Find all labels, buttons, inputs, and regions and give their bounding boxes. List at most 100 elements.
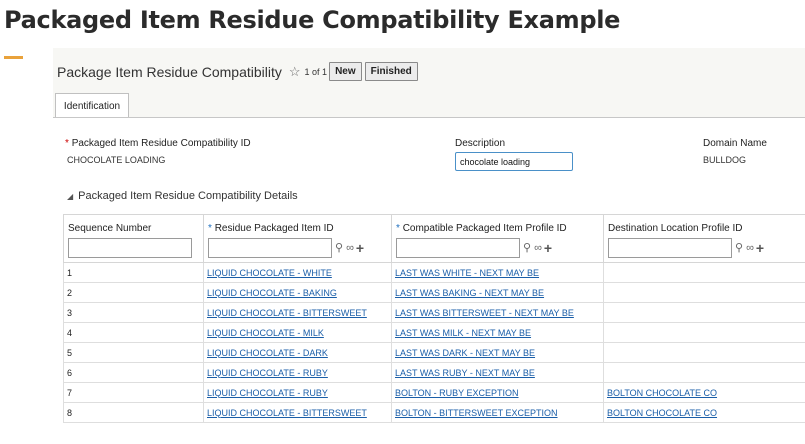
cell-destination bbox=[603, 362, 805, 383]
required-marker: * bbox=[65, 138, 69, 149]
residue-link[interactable]: LIQUID CHOCOLATE - DARK bbox=[207, 348, 328, 358]
residue-link[interactable]: LIQUID CHOCOLATE - RUBY bbox=[207, 388, 328, 398]
table-header-row: Sequence Number * Residue Packaged Item … bbox=[63, 214, 805, 263]
compatible-link[interactable]: BOLTON - RUBY EXCEPTION bbox=[395, 388, 519, 398]
identification-content: * Packaged Item Residue Compatibility ID… bbox=[53, 118, 805, 444]
search-icon[interactable]: ⚲ bbox=[735, 242, 743, 254]
residue-link[interactable]: LIQUID CHOCOLATE - RUBY bbox=[207, 368, 328, 378]
cell-seq: 3 bbox=[63, 302, 204, 323]
domain-value: BULLDOG bbox=[703, 155, 747, 165]
cell-seq: 4 bbox=[63, 322, 204, 343]
glasses-icon[interactable]: ∞ bbox=[346, 242, 354, 254]
form-header: Package Item Residue Compatibility ☆ 1 o… bbox=[57, 62, 418, 81]
destination-link[interactable]: BOLTON CHOCOLATE CO bbox=[607, 408, 717, 418]
residue-link[interactable]: LIQUID CHOCOLATE - BITTERSWEET bbox=[207, 308, 367, 318]
filter-sequence bbox=[68, 238, 199, 258]
column-header-sequence: Sequence Number bbox=[63, 214, 204, 263]
details-table: Sequence Number * Residue Packaged Item … bbox=[63, 214, 805, 423]
compatible-link[interactable]: LAST WAS BAKING - NEXT MAY BE bbox=[395, 288, 544, 298]
glasses-icon[interactable]: ∞ bbox=[746, 242, 754, 254]
description-input[interactable] bbox=[455, 152, 573, 171]
filter-input-sequence[interactable] bbox=[68, 238, 192, 258]
cell-residue: LIQUID CHOCOLATE - RUBY bbox=[203, 362, 392, 383]
column-header-label: * Residue Packaged Item ID bbox=[208, 223, 387, 234]
column-header-label: * Compatible Packaged Item Profile ID bbox=[396, 223, 599, 234]
cell-destination bbox=[603, 282, 805, 303]
cell-residue: LIQUID CHOCOLATE - DARK bbox=[203, 342, 392, 363]
triangle-down-icon[interactable]: ◢ bbox=[67, 192, 73, 201]
filter-compatible: ⚲ ∞ + bbox=[396, 238, 599, 258]
plus-icon[interactable]: + bbox=[756, 241, 764, 255]
filter-input-compatible[interactable] bbox=[396, 238, 520, 258]
filter-input-residue[interactable] bbox=[208, 238, 332, 258]
table-row: 5 LIQUID CHOCOLATE - DARK LAST WAS DARK … bbox=[63, 342, 805, 363]
table-row: 1 LIQUID CHOCOLATE - WHITE LAST WAS WHIT… bbox=[63, 262, 805, 283]
filter-input-destination[interactable] bbox=[608, 238, 732, 258]
cell-compatible: LAST WAS DARK - NEXT MAY BE bbox=[391, 342, 604, 363]
id-label-text: Packaged Item Residue Compatibility ID bbox=[71, 138, 251, 149]
cell-compatible: LAST WAS WHITE - NEXT MAY BE bbox=[391, 262, 604, 283]
cell-compatible: LAST WAS BAKING - NEXT MAY BE bbox=[391, 282, 604, 303]
table-row: 6 LIQUID CHOCOLATE - RUBY LAST WAS RUBY … bbox=[63, 362, 805, 383]
residue-link[interactable]: LIQUID CHOCOLATE - WHITE bbox=[207, 268, 332, 278]
accent-bar bbox=[4, 56, 23, 59]
cell-compatible: LAST WAS RUBY - NEXT MAY BE bbox=[391, 362, 604, 383]
column-header-destination: Destination Location Profile ID ⚲ ∞ + bbox=[603, 214, 805, 263]
cell-seq: 6 bbox=[63, 362, 204, 383]
compatible-link[interactable]: BOLTON - BITTERSWEET EXCEPTION bbox=[395, 408, 558, 418]
table-row: 2 LIQUID CHOCOLATE - BAKING LAST WAS BAK… bbox=[63, 282, 805, 303]
compatible-link[interactable]: LAST WAS RUBY - NEXT MAY BE bbox=[395, 368, 535, 378]
cell-seq: 2 bbox=[63, 282, 204, 303]
cell-seq: 5 bbox=[63, 342, 204, 363]
compatible-link[interactable]: LAST WAS MILK - NEXT MAY BE bbox=[395, 328, 531, 338]
column-header-label: Sequence Number bbox=[68, 223, 152, 234]
cell-compatible: BOLTON - BITTERSWEET EXCEPTION bbox=[391, 402, 604, 423]
plus-icon[interactable]: + bbox=[356, 241, 364, 255]
cell-residue: LIQUID CHOCOLATE - RUBY bbox=[203, 382, 392, 403]
tab-identification[interactable]: Identification bbox=[55, 93, 129, 118]
column-header-text: Residue Packaged Item ID bbox=[214, 223, 334, 234]
compatible-link[interactable]: LAST WAS BITTERSWEET - NEXT MAY BE bbox=[395, 308, 574, 318]
column-header-label: Destination Location Profile ID bbox=[608, 223, 743, 234]
table-row: 3 LIQUID CHOCOLATE - BITTERSWEET LAST WA… bbox=[63, 302, 805, 323]
id-label: * Packaged Item Residue Compatibility ID bbox=[65, 138, 251, 149]
cell-seq: 7 bbox=[63, 382, 204, 403]
residue-link[interactable]: LIQUID CHOCOLATE - BITTERSWEET bbox=[207, 408, 367, 418]
star-icon[interactable]: ☆ bbox=[289, 64, 301, 80]
compatible-link[interactable]: LAST WAS WHITE - NEXT MAY BE bbox=[395, 268, 539, 278]
cell-destination: BOLTON CHOCOLATE CO bbox=[603, 402, 805, 423]
search-icon[interactable]: ⚲ bbox=[523, 242, 531, 254]
compatible-link[interactable]: LAST WAS DARK - NEXT MAY BE bbox=[395, 348, 535, 358]
domain-label: Domain Name bbox=[703, 138, 767, 149]
cell-destination bbox=[603, 302, 805, 323]
description-label: Description bbox=[455, 138, 506, 149]
cell-residue: LIQUID CHOCOLATE - MILK bbox=[203, 322, 392, 343]
destination-link[interactable]: BOLTON CHOCOLATE CO bbox=[607, 388, 717, 398]
column-header-text: Compatible Packaged Item Profile ID bbox=[402, 223, 567, 234]
table-row: 8 LIQUID CHOCOLATE - BITTERSWEET BOLTON … bbox=[63, 402, 805, 423]
cell-compatible: LAST WAS MILK - NEXT MAY BE bbox=[391, 322, 604, 343]
cell-destination bbox=[603, 322, 805, 343]
column-header-residue: * Residue Packaged Item ID ⚲ ∞ + bbox=[203, 214, 392, 263]
details-section-title: Packaged Item Residue Compatibility Deta… bbox=[78, 190, 298, 202]
search-icon[interactable]: ⚲ bbox=[335, 242, 343, 254]
cell-seq: 1 bbox=[63, 262, 204, 283]
table-row: 4 LIQUID CHOCOLATE - MILK LAST WAS MILK … bbox=[63, 322, 805, 343]
new-button[interactable]: New bbox=[329, 62, 362, 81]
cell-destination: BOLTON CHOCOLATE CO bbox=[603, 382, 805, 403]
cell-residue: LIQUID CHOCOLATE - WHITE bbox=[203, 262, 392, 283]
form-title: Package Item Residue Compatibility bbox=[57, 63, 282, 80]
residue-link[interactable]: LIQUID CHOCOLATE - MILK bbox=[207, 328, 324, 338]
finished-button[interactable]: Finished bbox=[364, 62, 418, 81]
residue-link[interactable]: LIQUID CHOCOLATE - BAKING bbox=[207, 288, 337, 298]
cell-residue: LIQUID CHOCOLATE - BITTERSWEET bbox=[203, 302, 392, 323]
glasses-icon[interactable]: ∞ bbox=[534, 242, 542, 254]
cell-compatible: BOLTON - RUBY EXCEPTION bbox=[391, 382, 604, 403]
plus-icon[interactable]: + bbox=[544, 241, 552, 255]
table-row: 7 LIQUID CHOCOLATE - RUBY BOLTON - RUBY … bbox=[63, 382, 805, 403]
required-marker: * bbox=[396, 223, 400, 234]
cell-residue: LIQUID CHOCOLATE - BAKING bbox=[203, 282, 392, 303]
details-section-header[interactable]: ◢ Packaged Item Residue Compatibility De… bbox=[67, 190, 298, 202]
filter-destination: ⚲ ∞ + bbox=[608, 238, 801, 258]
id-value: CHOCOLATE LOADING bbox=[67, 155, 166, 165]
